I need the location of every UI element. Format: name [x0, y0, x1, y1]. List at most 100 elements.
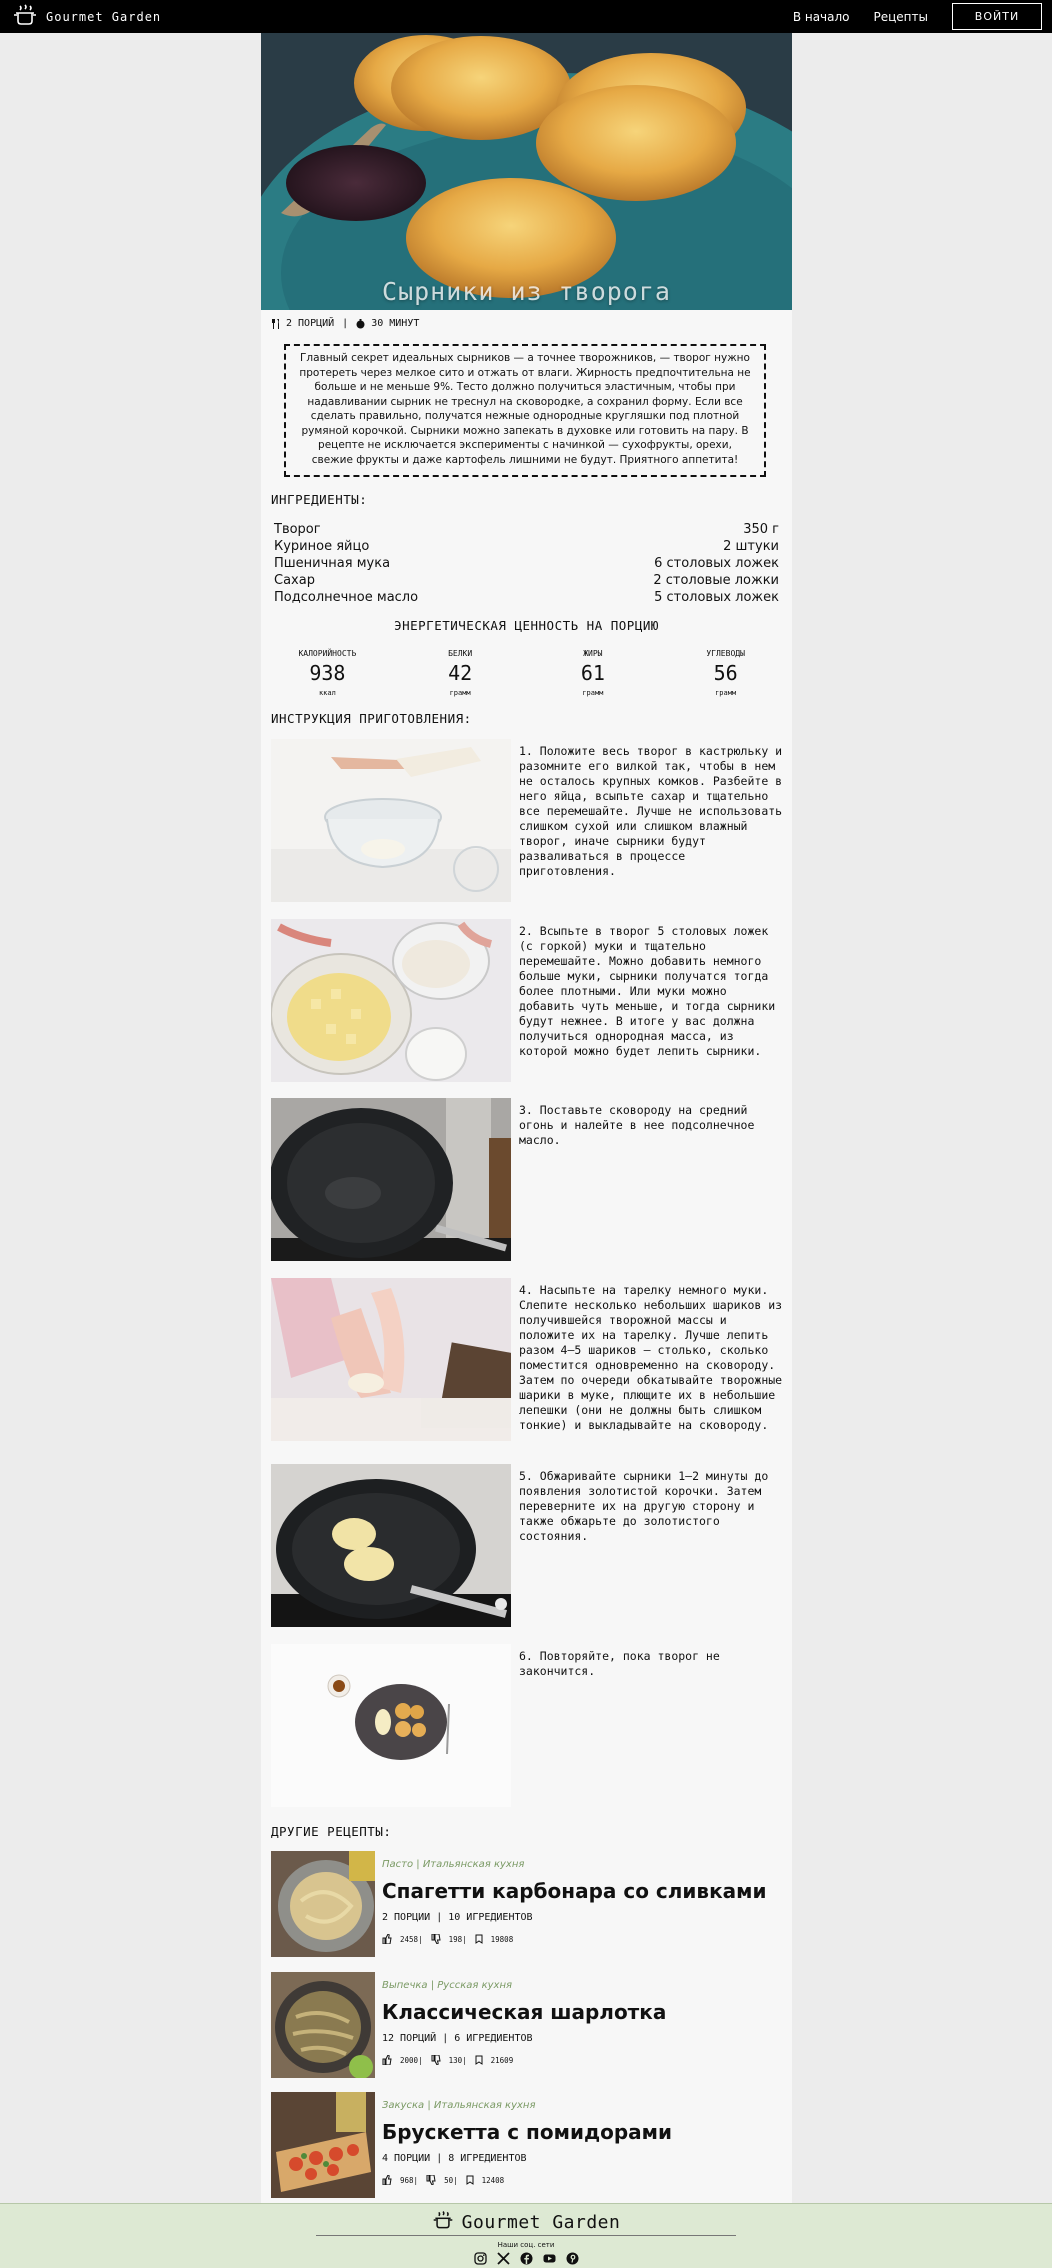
recipe-servings: 2 ПОРЦИИ — [382, 1912, 431, 1923]
energy-heading: ЭНЕРГЕТИЧЕСКАЯ ЦЕННОСТЬ НА ПОРЦИЮ — [394, 618, 659, 633]
recipe-thumbnail[interactable] — [271, 2092, 375, 2198]
cuisine-label: Итальянская кухня — [433, 2100, 536, 2111]
recipe-category: Пасто | Итальянская кухня — [382, 1859, 525, 1870]
ingredient-row: Подсолнечное масло 5 столовых ложек — [274, 589, 779, 606]
recipe-info: Пасто | Итальянская кухня Спагетти карбо… — [382, 1859, 782, 1944]
thumbs-up-icon[interactable] — [382, 1934, 392, 1944]
recipe-card-title[interactable]: Брускетта с помидорами — [382, 2120, 782, 2144]
energy-value: 56 — [713, 661, 738, 685]
recipe-card-meta: 2 ПОРЦИИ | 10 ИГРЕДИЕНТОВ — [382, 1912, 533, 1923]
chef-pot-logo-icon — [12, 2, 38, 32]
ingredient-row: Куриное яйцо 2 штуки — [274, 538, 779, 555]
social-label: Наши соц. сети — [497, 2241, 555, 2249]
recipe-card-meta: 4 ПОРЦИИ | 8 ИГРЕДИЕНТОВ — [382, 2153, 527, 2164]
ingredient-row: Сахар 2 столовые ложки — [274, 572, 779, 589]
recipe-meta: 2 ПОРЦИЙ | 30 МИНУТ — [271, 318, 419, 329]
energy-label: УГЛЕВОДЫ — [706, 649, 745, 658]
syrniki-photo — [261, 33, 792, 310]
bookmark-icon[interactable] — [475, 1934, 483, 1944]
recipe-card-meta: 12 ПОРЦИЙ | 6 ИГРЕДИЕНТОВ — [382, 2033, 533, 2044]
thumbs-up-icon[interactable] — [382, 2175, 392, 2185]
recipe-stats: 2000 | 130 | 21609 — [382, 2055, 782, 2065]
energy-label: КАЛОРИЙНОСТЬ — [298, 649, 357, 658]
recipe-thumbnail[interactable] — [271, 1972, 375, 2078]
servings-text: 2 ПОРЦИЙ — [286, 318, 335, 329]
step-text: 2. Всыпьте в творог 5 столовых ложек (с … — [519, 924, 776, 1058]
recipe-category: Закуска | Итальянская кухня — [382, 2100, 536, 2111]
step-photo — [271, 1644, 511, 1807]
instruction-step: 3. Поставьте сковороду на средний огонь … — [271, 1098, 782, 1261]
recipe-card-title[interactable]: Спагетти карбонара со сливками — [382, 1879, 782, 1903]
ingredient-name: Сахар — [274, 573, 315, 588]
timer-icon — [356, 318, 365, 329]
recipe-card[interactable]: Пасто | Итальянская кухня Спагетти карбо… — [271, 1851, 782, 1957]
ingredient-amount: 350 г — [743, 522, 779, 537]
thumbs-down-icon[interactable] — [431, 2055, 441, 2065]
ingredients-heading: ИНГРЕДИЕНТЫ: — [271, 492, 368, 507]
ingredient-name: Куриное яйцо — [274, 539, 370, 554]
nav-recipes-link[interactable]: Рецепты — [874, 10, 928, 24]
other-recipes-heading: ДРУГИЕ РЕЦЕПТЫ: — [271, 1824, 392, 1839]
step-photo — [271, 919, 511, 1082]
ingredient-amount: 2 штуки — [723, 539, 779, 554]
cuisine-label: Русская кухня — [437, 1980, 513, 1991]
step-text: 1. Положите весь творог в кастрюльку и р… — [519, 744, 783, 878]
recipe-ingredients-count: 8 ИГРЕДИЕНТОВ — [448, 2153, 527, 2164]
step-photo — [271, 1098, 511, 1261]
instruction-step: 5. Обжаривайте сырники 1–2 минуты до поя… — [271, 1464, 782, 1627]
step-text: 5. Обжаривайте сырники 1–2 минуты до поя… — [519, 1469, 769, 1543]
thumbs-down-icon[interactable] — [431, 1934, 441, 1944]
recipe-stats: 2458 | 198 | 19808 — [382, 1934, 782, 1944]
dislikes-count: 130 — [448, 2055, 463, 2065]
energy-value: 42 — [448, 661, 473, 685]
dislikes-count: 50 — [444, 2175, 454, 2185]
nav-home-link[interactable]: В начало — [793, 10, 850, 24]
category-label: Закуска — [382, 2100, 425, 2111]
nav-menu: В начало Рецепты ВОЙТИ — [793, 0, 1042, 33]
youtube-icon[interactable] — [543, 2252, 556, 2265]
instagram-icon[interactable] — [473, 2252, 487, 2265]
likes-count: 2000 — [400, 2055, 419, 2065]
login-button[interactable]: ВОЙТИ — [952, 3, 1042, 30]
cuisine-label: Итальянская кухня — [422, 1859, 525, 1870]
thumbs-up-icon[interactable] — [382, 2055, 392, 2065]
energy-value: 61 — [580, 661, 605, 685]
recipe-title: Сырники из творога — [382, 277, 671, 306]
recipe-ingredients-count: 6 ИГРЕДИЕНТОВ — [454, 2033, 533, 2044]
energy-carbs: УГЛЕВОДЫ 56 грамм — [659, 649, 792, 697]
step-text: 3. Поставьте сковороду на средний огонь … — [519, 1103, 755, 1147]
brand-link[interactable]: Gourmet Garden — [12, 2, 161, 32]
saves-count: 19808 — [490, 1934, 514, 1944]
recipe-card[interactable]: Закуска | Итальянская кухня Брускетта с … — [271, 2092, 782, 2198]
footer-brand[interactable]: Gourmet Garden — [0, 2209, 1052, 2235]
footer-brand-name: Gourmet Garden — [461, 2211, 621, 2233]
bookmark-icon[interactable] — [466, 2175, 474, 2185]
ingredient-name: Пшеничная мука — [274, 556, 391, 571]
footer-divider — [316, 2235, 736, 2236]
fork-knife-icon — [271, 318, 280, 329]
top-nav-bar: Gourmet Garden В начало Рецепты ВОЙТИ — [0, 0, 1052, 33]
recipe-ingredients-count: 10 ИГРЕДИЕНТОВ — [448, 1912, 533, 1923]
recipe-card[interactable]: Выпечка | Русская кухня Классическая шар… — [271, 1972, 782, 2078]
recipe-thumbnail[interactable] — [271, 1851, 375, 1957]
x-icon[interactable] — [496, 2252, 510, 2265]
saves-count: 12408 — [481, 2175, 505, 2185]
recipe-servings: 12 ПОРЦИЙ — [382, 2033, 437, 2044]
instructions-heading: ИНСТРУКЦИЯ ПРИГОТОВЛЕНИЯ: — [271, 711, 472, 726]
social-icons — [0, 2252, 1052, 2265]
ingredient-amount: 5 столовых ложек — [654, 590, 779, 605]
recipe-category: Выпечка | Русская кухня — [382, 1980, 513, 1991]
step-text: 4. Насыпьте на тарелку немного муки. Сле… — [519, 1283, 783, 1432]
recipe-card-title[interactable]: Классическая шарлотка — [382, 2000, 782, 2024]
facebook-icon[interactable] — [520, 2252, 533, 2265]
brand-name: Gourmet Garden — [46, 9, 162, 24]
likes-count: 2458 — [400, 1934, 419, 1944]
pinterest-icon[interactable] — [566, 2252, 579, 2265]
dislikes-count: 198 — [448, 1934, 463, 1944]
bookmark-icon[interactable] — [475, 2055, 483, 2065]
energy-fat: ЖИРЫ 61 грамм — [527, 649, 660, 697]
thumbs-down-icon[interactable] — [426, 2175, 436, 2185]
saves-count: 21609 — [490, 2055, 514, 2065]
energy-label: ЖИРЫ — [583, 649, 603, 658]
ingredients-list: Творог 350 г Куриное яйцо 2 штуки Пшенична… — [274, 521, 779, 606]
